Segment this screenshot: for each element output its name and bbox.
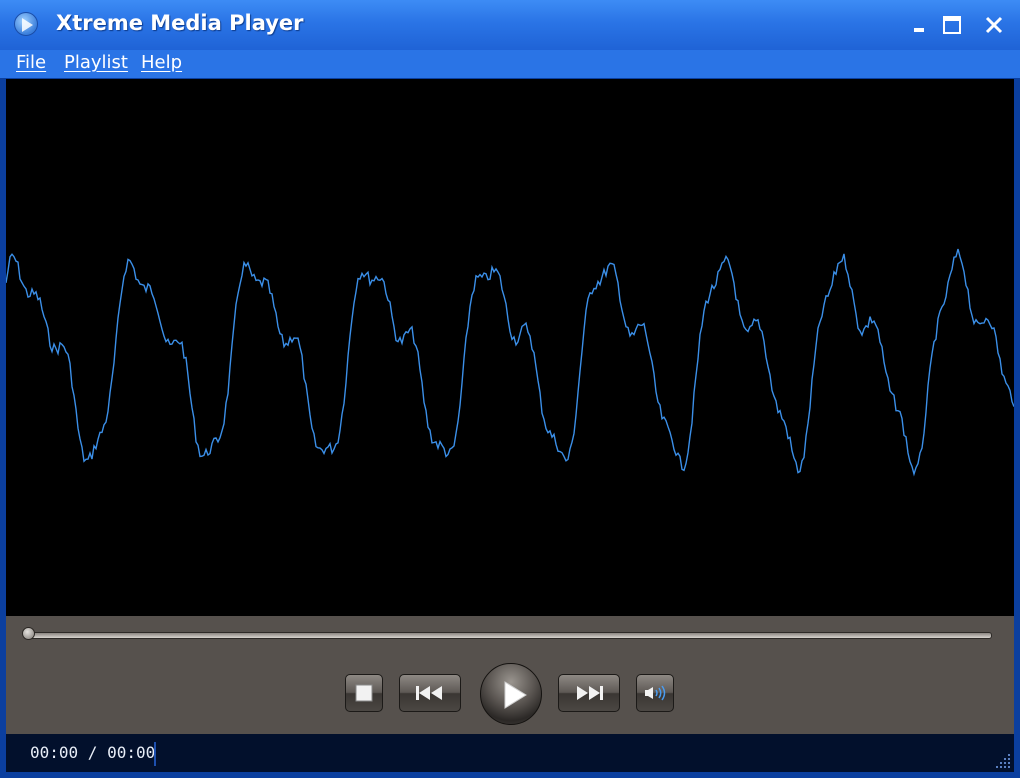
close-icon[interactable] bbox=[983, 14, 1005, 36]
status-bar: 00:00 / 00:00 bbox=[6, 734, 1014, 772]
menu-bar: File Playlist Help bbox=[0, 50, 1020, 78]
previous-button[interactable] bbox=[399, 674, 461, 712]
play-circle-icon[interactable] bbox=[14, 12, 38, 36]
time-display: 00:00 / 00:00 bbox=[30, 743, 156, 762]
visualization-area[interactable] bbox=[5, 79, 1015, 616]
waveform-line bbox=[5, 248, 1015, 477]
menu-playlist[interactable]: Playlist bbox=[64, 52, 128, 73]
menu-help[interactable]: Help bbox=[141, 52, 182, 73]
play-button[interactable] bbox=[480, 663, 542, 725]
maximize-icon[interactable] bbox=[941, 14, 963, 36]
volume-icon bbox=[645, 685, 666, 701]
play-icon bbox=[504, 681, 527, 709]
title-bar[interactable]: Xtreme Media Player bbox=[0, 0, 1020, 50]
status-divider bbox=[154, 742, 156, 766]
controls-panel bbox=[6, 616, 1014, 734]
window-title: Xtreme Media Player bbox=[56, 11, 304, 35]
menu-file[interactable]: File bbox=[16, 52, 46, 73]
stop-button[interactable] bbox=[345, 674, 383, 712]
minimize-icon[interactable] bbox=[910, 14, 932, 36]
stop-icon bbox=[355, 684, 373, 702]
next-button[interactable] bbox=[558, 674, 620, 712]
seek-bar[interactable] bbox=[28, 632, 992, 639]
waveform-visualization bbox=[5, 248, 1015, 477]
next-icon bbox=[577, 686, 603, 700]
previous-icon bbox=[416, 686, 442, 700]
seek-thumb[interactable] bbox=[22, 627, 35, 640]
resize-grip-icon[interactable] bbox=[994, 752, 1012, 770]
volume-button[interactable] bbox=[636, 674, 674, 712]
media-player-window: Xtreme Media Player File Playlist Help 0… bbox=[0, 0, 1020, 778]
